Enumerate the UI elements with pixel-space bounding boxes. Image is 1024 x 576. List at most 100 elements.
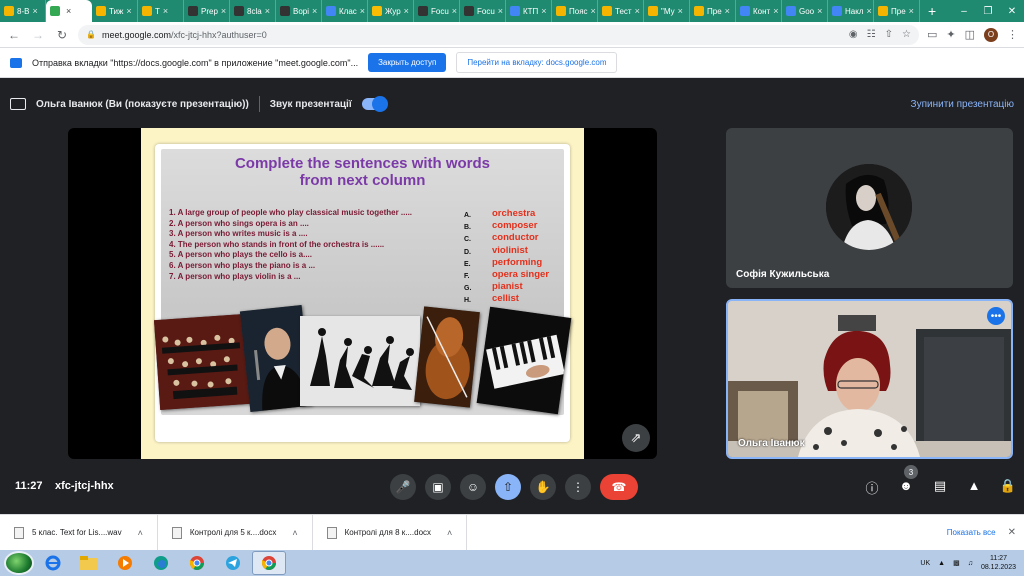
tab-close-icon[interactable]: × xyxy=(498,6,503,16)
tab-close-icon[interactable]: × xyxy=(591,6,596,16)
chevron-up-icon[interactable]: ˄ xyxy=(292,528,297,538)
tab-close-icon[interactable]: × xyxy=(360,6,365,16)
tab-close-icon[interactable]: × xyxy=(265,6,270,16)
browser-tab[interactable]: Пояс × xyxy=(552,0,598,22)
tab-close-icon[interactable]: × xyxy=(725,6,730,16)
tab-close-icon[interactable]: × xyxy=(773,6,778,16)
browser-tab[interactable]: Накл × xyxy=(828,0,874,22)
download-item[interactable]: 5 клас. Text for Lis....wav ˄ xyxy=(0,515,158,550)
network-icon[interactable]: ▩ xyxy=(953,559,960,567)
self-view-tile[interactable]: ••• Ольга Іванюк xyxy=(726,299,1013,459)
meeting-details-icon[interactable]: ⓘ xyxy=(862,478,882,497)
present-now-icon[interactable]: ⇧ xyxy=(495,474,521,500)
forward-icon[interactable]: → xyxy=(30,28,46,42)
file-explorer-icon[interactable] xyxy=(72,551,106,575)
edge-icon[interactable] xyxy=(144,551,178,575)
camera-icon[interactable]: ◉ xyxy=(849,29,858,40)
share-page-icon[interactable]: ⇧ xyxy=(885,29,893,40)
tab-close-icon[interactable]: × xyxy=(126,6,131,16)
browser-tab[interactable]: 8cla × xyxy=(230,0,276,22)
tab-close-icon[interactable]: × xyxy=(312,6,317,16)
browser-tab[interactable]: Тиж × xyxy=(92,0,138,22)
camera-toggle-icon[interactable]: ▣ xyxy=(425,474,451,500)
download-item[interactable]: Контролі для 8 к....docx ˄ xyxy=(313,515,468,550)
browser-tab[interactable]: Конт × xyxy=(736,0,782,22)
side-panel-icon[interactable]: ◫ xyxy=(965,28,975,41)
browser-tab[interactable]: Пре × xyxy=(690,0,736,22)
browser-tab[interactable]: Focu × xyxy=(460,0,506,22)
back-icon[interactable]: ← xyxy=(6,28,22,42)
chrome-icon[interactable] xyxy=(180,551,214,575)
restore-icon[interactable]: ❐ xyxy=(976,6,1000,17)
translate-icon[interactable]: ☷ xyxy=(867,29,876,40)
new-tab-icon[interactable]: + xyxy=(920,3,944,19)
people-icon[interactable]: ☻ xyxy=(896,478,916,497)
microphone-icon[interactable]: 🎤 xyxy=(390,474,416,500)
leave-call-icon[interactable]: ☎ xyxy=(600,474,638,500)
tab-close-icon[interactable]: × xyxy=(221,6,226,16)
bookmark-star-icon[interactable]: ☆ xyxy=(902,29,911,40)
lock-icon[interactable]: 🔒 xyxy=(86,30,96,39)
minimize-icon[interactable]: – xyxy=(952,6,976,17)
browser-tab[interactable]: Вopi × xyxy=(276,0,322,22)
tab-close-icon[interactable]: × xyxy=(635,6,640,16)
tab-close-icon[interactable]: × xyxy=(909,6,914,16)
chat-icon[interactable]: ▤ xyxy=(930,478,950,497)
browser-tab[interactable]: "Му × xyxy=(644,0,690,22)
browser-tab[interactable]: Тест × xyxy=(598,0,644,22)
tab-close-icon[interactable]: × xyxy=(452,6,457,16)
download-item[interactable]: Контролі для 5 к....docx ˄ xyxy=(158,515,313,550)
cast-icon[interactable]: ▭ xyxy=(927,28,937,41)
show-all-downloads-link[interactable]: Показать все xyxy=(947,528,1008,537)
tab-close-icon[interactable]: × xyxy=(404,6,409,16)
browser-tab[interactable]: Prep × xyxy=(184,0,230,22)
start-button[interactable] xyxy=(4,551,34,575)
browser-tab[interactable]: Т × xyxy=(138,0,184,22)
answer-letter: F. xyxy=(464,273,470,281)
browser-tab[interactable]: × xyxy=(46,0,92,22)
extensions-icon[interactable]: ✦ xyxy=(946,28,955,41)
url-input[interactable]: 🔒 meet.google.com/xfc-jtcj-hhx?authuser=… xyxy=(78,24,919,45)
more-options-icon[interactable]: ⋮ xyxy=(565,474,591,500)
host-controls-icon[interactable]: 🔒 xyxy=(998,478,1018,497)
chevron-up-icon[interactable]: ˄ xyxy=(138,528,143,538)
emoji-icon[interactable]: ☺ xyxy=(460,474,486,500)
share-icon[interactable]: ⇗ xyxy=(622,424,650,452)
stop-sharing-button[interactable]: Закрыть доступ xyxy=(368,53,447,72)
presentation-sound-toggle[interactable] xyxy=(361,96,388,112)
close-icon[interactable]: ✕ xyxy=(1008,527,1024,538)
reload-icon[interactable]: ↻ xyxy=(54,28,70,42)
raise-hand-icon[interactable]: ✋ xyxy=(530,474,556,500)
browser-tab[interactable]: Жур × xyxy=(368,0,414,22)
more-options-icon[interactable]: ••• xyxy=(987,307,1005,325)
tab-close-icon[interactable]: × xyxy=(678,6,683,16)
browser-tab[interactable]: 8-В × xyxy=(0,0,46,22)
telegram-icon[interactable] xyxy=(216,551,250,575)
internet-explorer-icon[interactable] xyxy=(36,551,70,575)
tray-clock[interactable]: 11:27 08.12.2023 xyxy=(981,554,1016,572)
chrome-icon-active[interactable] xyxy=(252,551,286,575)
browser-tab[interactable]: Goo × xyxy=(782,0,828,22)
tab-close-icon[interactable]: × xyxy=(66,6,71,16)
language-indicator[interactable]: UK xyxy=(920,560,930,567)
tab-close-icon[interactable]: × xyxy=(817,6,822,16)
chevron-up-icon[interactable]: ˄ xyxy=(447,528,452,538)
browser-tab[interactable]: Клас × xyxy=(322,0,368,22)
show-hidden-icons-icon[interactable]: ▲ xyxy=(938,560,945,567)
browser-tab[interactable]: Focu × xyxy=(414,0,460,22)
tab-close-icon[interactable]: × xyxy=(541,6,546,16)
tab-close-icon[interactable]: × xyxy=(163,6,168,16)
browser-tab[interactable]: Пре × xyxy=(874,0,920,22)
stop-presenting-link[interactable]: Зупинити презентацію xyxy=(911,99,1014,110)
tab-close-icon[interactable]: × xyxy=(866,6,871,16)
profile-avatar[interactable]: O xyxy=(984,27,998,42)
menu-dots-icon[interactable]: ⋮ xyxy=(1007,28,1018,41)
tab-close-icon[interactable]: × xyxy=(32,6,37,16)
volume-icon[interactable]: ♫ xyxy=(968,560,973,567)
browser-tab[interactable]: КТП × xyxy=(506,0,552,22)
participant-tile[interactable]: Софія Кужильська xyxy=(726,128,1013,288)
window-close-icon[interactable]: ✕ xyxy=(1000,6,1024,17)
switch-tab-button[interactable]: Перейти на вкладку: docs.google.com xyxy=(456,52,618,73)
activities-icon[interactable]: ▲ xyxy=(964,478,984,497)
media-player-icon[interactable] xyxy=(108,551,142,575)
